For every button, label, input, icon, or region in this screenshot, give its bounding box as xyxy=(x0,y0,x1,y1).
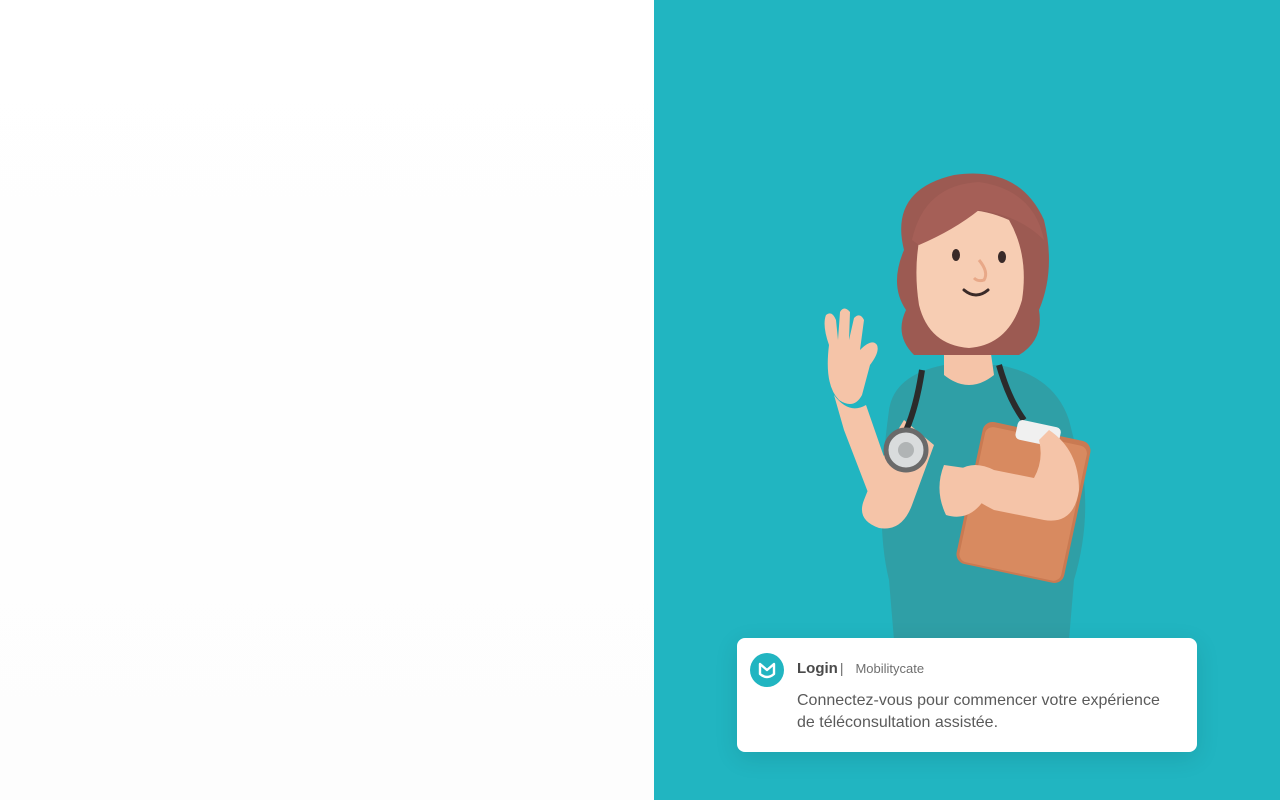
login-info-card: Login | Mobilitycate Connectez-vous pour… xyxy=(737,638,1197,752)
card-title: Login xyxy=(797,660,838,677)
card-description: Connectez-vous pour commencer votre expé… xyxy=(797,692,1160,731)
card-separator: | xyxy=(839,660,844,676)
nurse-waving-illustration xyxy=(824,173,1091,640)
login-page: Login | Mobilitycate Connectez-vous pour… xyxy=(0,0,1280,800)
login-form-panel xyxy=(0,0,654,800)
mobilitycate-logo-icon xyxy=(750,653,784,687)
brand-name: Mobilitycate xyxy=(855,661,925,676)
card-header: Login | Mobilitycate xyxy=(797,660,924,677)
hero-panel: Login | Mobilitycate Connectez-vous pour… xyxy=(654,0,1280,800)
